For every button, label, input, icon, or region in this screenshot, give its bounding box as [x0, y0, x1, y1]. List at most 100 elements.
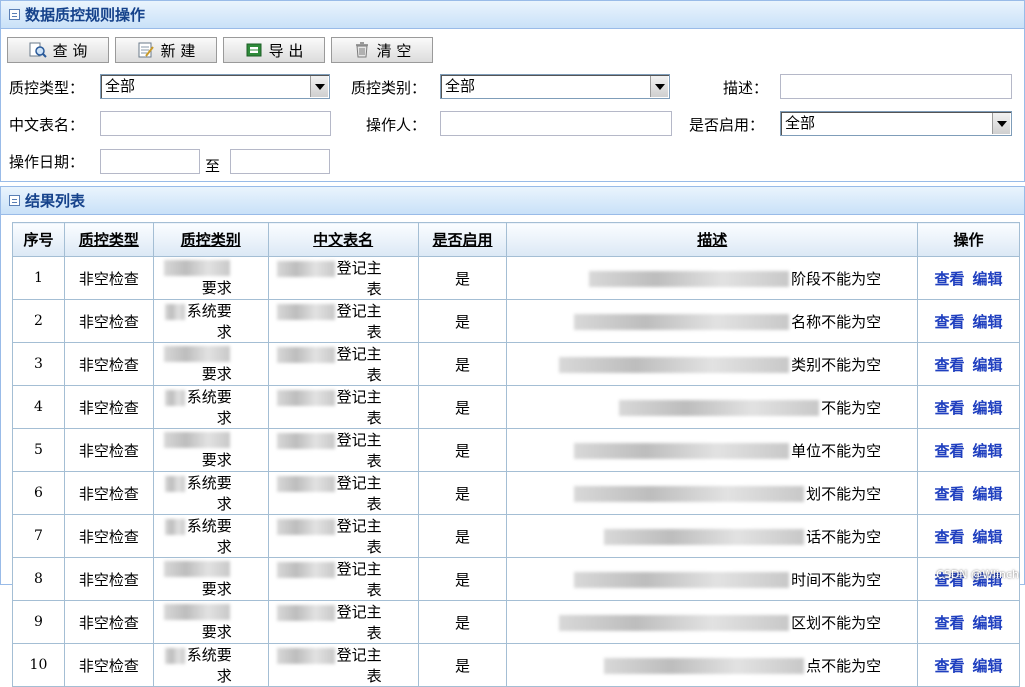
- cell-qc-type: 非空检查: [64, 429, 153, 472]
- cell-qc-category: 系统要求: [153, 515, 268, 558]
- redacted-block: [559, 615, 789, 631]
- enabled-value: 全部: [785, 114, 815, 132]
- cell-table-name: 登记主表: [268, 472, 418, 515]
- table-row: 3非空检查要求登记主表是类别不能为空查看编辑: [13, 343, 1020, 386]
- enabled-label: 是否启用：: [689, 114, 764, 135]
- description-label: 描述：: [723, 77, 768, 98]
- cell-qc-category: 要求: [153, 343, 268, 386]
- view-link[interactable]: 查看: [935, 270, 965, 288]
- description-input[interactable]: [780, 74, 1012, 99]
- toolbar: 查 询 新 建 导 出: [7, 37, 433, 63]
- cell-no: 5: [13, 429, 65, 472]
- cell-enabled: 是: [418, 300, 507, 343]
- table-row: 6非空检查系统要求登记主表是划不能为空查看编辑: [13, 472, 1020, 515]
- redacted-block: [164, 346, 230, 362]
- query-panel: 数据质控规则操作 查 询 新 建: [0, 0, 1025, 182]
- cell-actions: 查看编辑: [918, 386, 1020, 429]
- table-name-input[interactable]: [100, 111, 331, 136]
- edit-link[interactable]: 编辑: [973, 442, 1003, 460]
- table-row: 10非空检查系统要求登记主表是点不能为空查看编辑: [13, 644, 1020, 687]
- export-button[interactable]: 导 出: [223, 37, 325, 63]
- edit-link[interactable]: 编辑: [973, 270, 1003, 288]
- view-link[interactable]: 查看: [935, 485, 965, 503]
- redacted-block: [277, 605, 335, 621]
- redacted-block: [277, 390, 335, 406]
- edit-link[interactable]: 编辑: [973, 313, 1003, 331]
- cell-enabled: 是: [418, 386, 507, 429]
- clear-button[interactable]: 清 空: [331, 37, 433, 63]
- date-to-input[interactable]: [230, 149, 330, 174]
- redacted-block: [277, 476, 335, 492]
- redacted-block: [165, 648, 185, 664]
- cell-actions: 查看编辑: [918, 343, 1020, 386]
- redacted-block: [277, 562, 335, 578]
- edit-link[interactable]: 编辑: [973, 485, 1003, 503]
- cell-qc-type: 非空检查: [64, 386, 153, 429]
- edit-link[interactable]: 编辑: [973, 399, 1003, 417]
- col-header-qc-category[interactable]: 质控类别: [153, 223, 268, 257]
- view-link[interactable]: 查看: [935, 528, 965, 546]
- view-link[interactable]: 查看: [935, 356, 965, 374]
- qc-type-label: 质控类型：: [9, 77, 84, 98]
- chevron-down-icon[interactable]: [310, 76, 328, 97]
- results-table: 序号 质控类型 质控类别 中文表名 是否启用 描述 操作 1非空检查要求登记主表…: [12, 222, 1020, 687]
- chevron-down-icon[interactable]: [992, 113, 1010, 134]
- new-button[interactable]: 新 建: [115, 37, 217, 63]
- query-panel-title: 数据质控规则操作: [25, 1, 145, 29]
- query-button-label: 查 询: [53, 40, 88, 61]
- enabled-select[interactable]: 全部: [780, 111, 1012, 136]
- view-link[interactable]: 查看: [935, 614, 965, 632]
- cell-actions: 查看编辑: [918, 472, 1020, 515]
- table-row: 4非空检查系统要求登记主表是不能为空查看编辑: [13, 386, 1020, 429]
- cell-table-name: 登记主表: [268, 515, 418, 558]
- cell-actions: 查看编辑: [918, 429, 1020, 472]
- cell-enabled: 是: [418, 257, 507, 300]
- qc-category-label: 质控类别：: [351, 77, 426, 98]
- cell-qc-category: 系统要求: [153, 644, 268, 687]
- redacted-block: [164, 604, 230, 620]
- col-header-description[interactable]: 描述: [507, 223, 918, 257]
- col-header-table-name[interactable]: 中文表名: [268, 223, 418, 257]
- cell-qc-category: 要求: [153, 601, 268, 644]
- cell-table-name: 登记主表: [268, 429, 418, 472]
- view-link[interactable]: 查看: [935, 399, 965, 417]
- query-button[interactable]: 查 询: [7, 37, 109, 63]
- table-header-row: 序号 质控类型 质控类别 中文表名 是否启用 描述 操作: [13, 223, 1020, 257]
- col-header-no: 序号: [13, 223, 65, 257]
- cell-table-name: 登记主表: [268, 343, 418, 386]
- edit-link[interactable]: 编辑: [973, 528, 1003, 546]
- export-icon: [245, 41, 263, 59]
- operator-input[interactable]: [440, 111, 672, 136]
- cell-enabled: 是: [418, 343, 507, 386]
- search-icon: [29, 41, 47, 59]
- cell-table-name: 登记主表: [268, 300, 418, 343]
- view-link[interactable]: 查看: [935, 313, 965, 331]
- qc-category-select[interactable]: 全部: [440, 74, 670, 99]
- cell-description: 类别不能为空: [507, 343, 918, 386]
- table-row: 9非空检查要求登记主表是区划不能为空查看编辑: [13, 601, 1020, 644]
- qc-type-select[interactable]: 全部: [100, 74, 330, 99]
- col-header-qc-type[interactable]: 质控类型: [64, 223, 153, 257]
- cell-qc-category: 系统要求: [153, 300, 268, 343]
- chevron-down-icon[interactable]: [650, 76, 668, 97]
- redacted-block: [277, 519, 335, 535]
- panel-collapse-icon[interactable]: [9, 9, 20, 20]
- panel-collapse-icon[interactable]: [9, 195, 20, 206]
- col-header-enabled[interactable]: 是否启用: [418, 223, 507, 257]
- cell-enabled: 是: [418, 601, 507, 644]
- cell-description: 阶段不能为空: [507, 257, 918, 300]
- edit-link[interactable]: 编辑: [973, 657, 1003, 675]
- cell-actions: 查看编辑: [918, 515, 1020, 558]
- redacted-block: [619, 400, 819, 416]
- edit-link[interactable]: 编辑: [973, 614, 1003, 632]
- date-from-input[interactable]: [100, 149, 200, 174]
- view-link[interactable]: 查看: [935, 442, 965, 460]
- redacted-block: [277, 433, 335, 449]
- redacted-block: [589, 271, 789, 287]
- redacted-block: [165, 390, 185, 406]
- edit-link[interactable]: 编辑: [973, 356, 1003, 374]
- cell-description: 单位不能为空: [507, 429, 918, 472]
- cell-qc-type: 非空检查: [64, 472, 153, 515]
- cell-qc-category: 要求: [153, 558, 268, 601]
- view-link[interactable]: 查看: [935, 657, 965, 675]
